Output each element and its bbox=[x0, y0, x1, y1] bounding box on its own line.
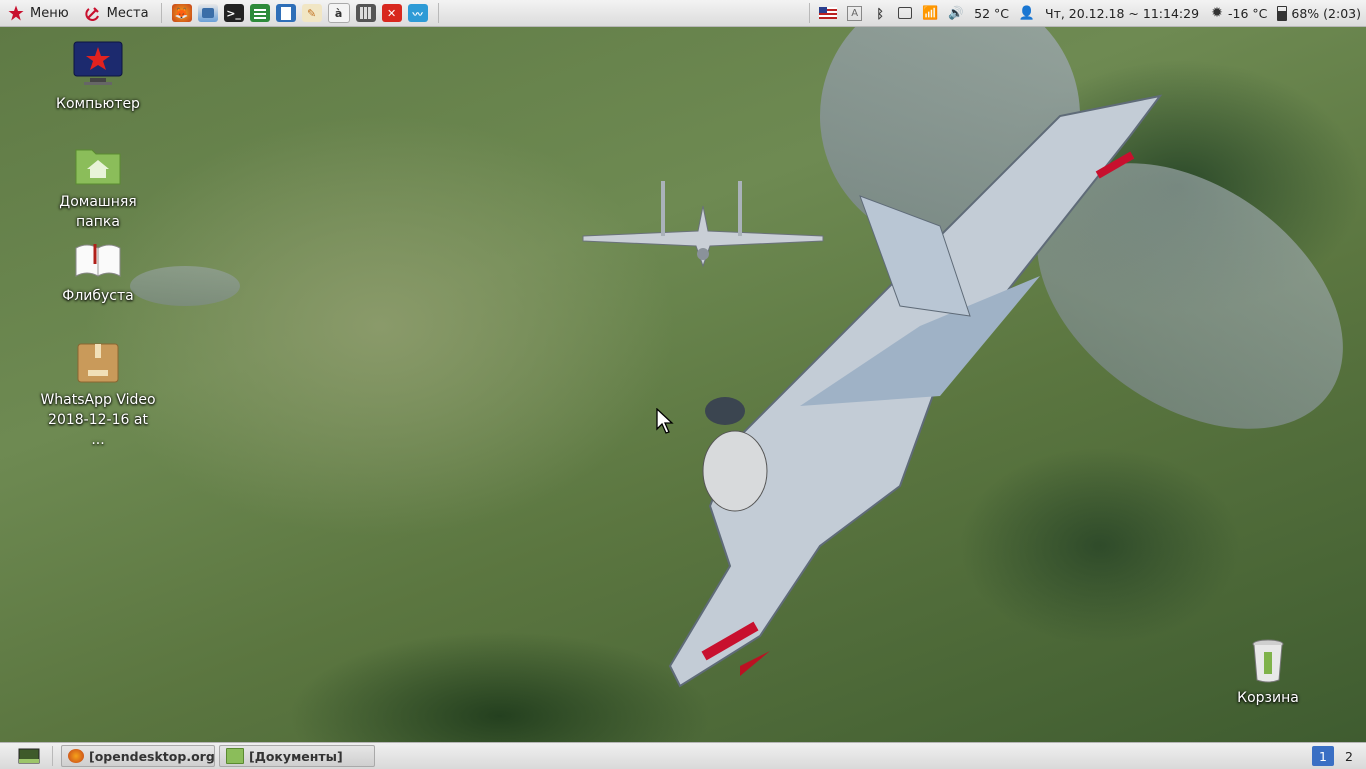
mouse-pointer-icon bbox=[656, 408, 674, 434]
text-editor-launcher[interactable]: ✎ bbox=[301, 4, 322, 22]
desktop-icon-trash[interactable]: Корзина bbox=[1210, 638, 1326, 708]
panel-separator bbox=[437, 3, 439, 23]
speaker-icon: 🔊 bbox=[948, 5, 964, 20]
computer-icon bbox=[73, 41, 123, 85]
us-flag-icon bbox=[819, 7, 838, 19]
desktop-icon-label: WhatsApp Video 2018-12-16 at ... bbox=[40, 392, 156, 448]
launcher-bar: 🦊 >_ ✎ à ✕ 〰 bbox=[166, 3, 428, 23]
fighter-jet-image bbox=[668, 94, 1163, 688]
cpu-temperature[interactable]: 52 °C bbox=[969, 0, 1014, 26]
messaging-icon bbox=[898, 7, 913, 19]
task-button-documents[interactable]: [Документы] bbox=[219, 745, 375, 767]
desktop-wallpaper bbox=[0, 26, 1366, 742]
spreadsheet-launcher[interactable] bbox=[249, 4, 270, 22]
desktop-icon-computer[interactable]: Компьютер bbox=[40, 38, 156, 114]
volume-button[interactable]: 🔊 bbox=[943, 0, 969, 26]
dictionary-launcher[interactable]: à bbox=[327, 3, 350, 23]
calculator-icon bbox=[359, 7, 372, 19]
desktop-icon-label: Домашняя папка bbox=[59, 194, 137, 230]
places-menu-button[interactable]: Места bbox=[77, 0, 157, 26]
top-panel: Меню Места 🦊 >_ ✎ à ✕ 〰 A ᛒ 📶 🔊 52 °C 👤 … bbox=[0, 0, 1366, 27]
show-desktop-button[interactable] bbox=[16, 746, 42, 766]
places-menu-label: Места bbox=[106, 5, 149, 21]
main-menu-label: Меню bbox=[30, 5, 69, 21]
terminal-launcher[interactable]: >_ bbox=[223, 4, 244, 22]
user-icon: 👤 bbox=[1018, 5, 1036, 21]
input-method-icon: A bbox=[847, 5, 863, 21]
keyboard-layout-indicator[interactable] bbox=[814, 0, 842, 26]
desktop-icon-home-folder[interactable]: Домашняя папка bbox=[40, 140, 156, 232]
spreadsheet-icon bbox=[253, 7, 266, 19]
terminal-icon: >_ bbox=[226, 6, 241, 20]
task-button-firefox[interactable]: [opendesktop.org - ... bbox=[61, 745, 215, 767]
task-label: [Документы] bbox=[249, 748, 343, 764]
battery-value: 68% (2:03) bbox=[1291, 5, 1361, 21]
star-icon bbox=[8, 5, 24, 21]
panel-separator bbox=[160, 3, 162, 23]
system-monitor-icon: 〰 bbox=[412, 9, 423, 21]
desktop-icon-whatsapp-video[interactable]: WhatsApp Video 2018-12-16 at ... bbox=[40, 338, 156, 450]
system-monitor-launcher[interactable]: 〰 bbox=[407, 4, 428, 22]
home-folder-icon bbox=[75, 149, 121, 185]
battery-icon bbox=[1277, 5, 1288, 21]
desktop-icon-label: Корзина bbox=[1237, 690, 1299, 706]
firefox-launcher[interactable]: 🦊 bbox=[171, 4, 192, 22]
desktop-icon-label: Флибуста bbox=[62, 288, 134, 304]
task-label: [opendesktop.org - ... bbox=[89, 748, 215, 764]
workspace-2-button[interactable]: 2 bbox=[1338, 746, 1360, 766]
trash-icon bbox=[1252, 639, 1284, 683]
x-app-icon: ✕ bbox=[386, 6, 397, 20]
desktop-icon-label: Компьютер bbox=[56, 96, 140, 112]
cpu-temperature-value: 52 °C bbox=[974, 5, 1009, 21]
bluetooth-button[interactable]: ᛒ bbox=[867, 0, 893, 26]
hammer-sickle-icon bbox=[85, 7, 99, 21]
desktop-icon-flibusta[interactable]: Флибуста bbox=[40, 240, 156, 306]
input-method-button[interactable]: A bbox=[842, 0, 867, 26]
folder-icon bbox=[226, 748, 244, 764]
app-x-launcher[interactable]: ✕ bbox=[381, 4, 402, 22]
document-icon bbox=[280, 6, 291, 20]
text-editor-icon: ✎ bbox=[306, 6, 317, 20]
file-manager-icon bbox=[201, 8, 214, 18]
sun-icon: ✹ bbox=[1211, 5, 1223, 21]
battery-indicator[interactable]: 68% (2:03) bbox=[1272, 0, 1366, 26]
main-menu-button[interactable]: Меню bbox=[0, 0, 77, 26]
calculator-launcher[interactable] bbox=[355, 4, 376, 22]
bottom-panel: [opendesktop.org - ... [Документы] 1 2 bbox=[0, 742, 1366, 769]
messaging-button[interactable] bbox=[893, 0, 917, 26]
clock[interactable]: Чт, 20.12.18 ~ 11:14:29 bbox=[1040, 0, 1204, 26]
dictionary-icon: à bbox=[334, 6, 343, 20]
bluetooth-icon: ᛒ bbox=[876, 5, 884, 21]
network-button[interactable]: 📶 bbox=[917, 0, 943, 26]
workspace-1-button[interactable]: 1 bbox=[1312, 746, 1334, 766]
weather-indicator[interactable]: ✹ -16 °C bbox=[1204, 0, 1272, 26]
show-desktop-icon bbox=[18, 748, 40, 764]
clock-value: Чт, 20.12.18 ~ 11:14:29 bbox=[1045, 5, 1200, 21]
panel-separator bbox=[52, 746, 53, 766]
package-icon bbox=[77, 343, 119, 383]
files-launcher[interactable] bbox=[197, 4, 218, 22]
workspace-switcher: 1 2 bbox=[1308, 746, 1366, 766]
writer-launcher[interactable] bbox=[275, 4, 296, 22]
firefox-icon bbox=[68, 749, 84, 763]
weather-value: -16 °C bbox=[1228, 5, 1268, 21]
wifi-icon: 📶 bbox=[922, 5, 939, 21]
book-icon bbox=[75, 244, 121, 277]
panel-separator bbox=[809, 3, 811, 23]
system-tray: A ᛒ 📶 🔊 52 °C 👤 Чт, 20.12.18 ~ 11:14:29 … bbox=[805, 0, 1366, 26]
firefox-icon: 🦊 bbox=[174, 6, 189, 20]
user-menu-button[interactable]: 👤 bbox=[1014, 0, 1040, 26]
